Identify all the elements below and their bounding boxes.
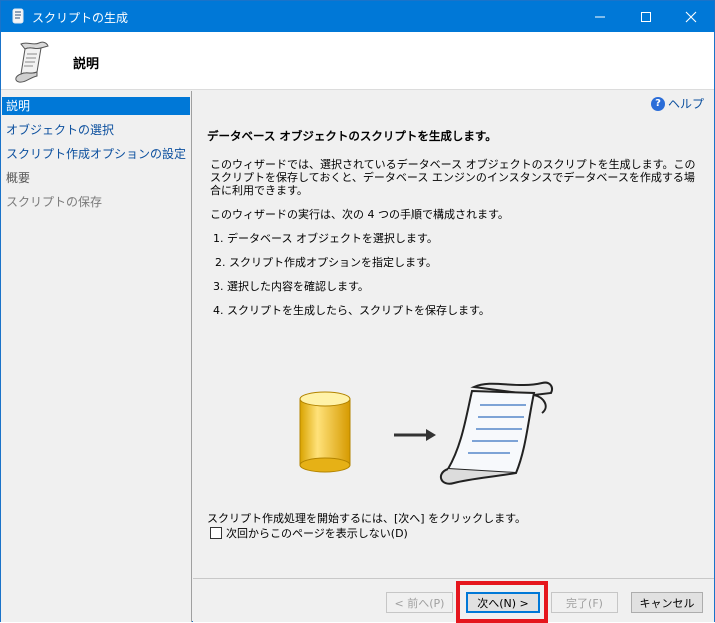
arrow-right-icon <box>394 429 436 441</box>
description-paragraph: このウィザードでは、選択されているデータベース オブジェクトのスクリプトを生成し… <box>210 158 696 197</box>
close-icon <box>685 11 697 22</box>
script-scroll-icon <box>439 381 553 485</box>
minimize-icon <box>595 16 605 17</box>
minimize-button[interactable] <box>577 1 623 32</box>
next-button-highlight <box>456 581 548 623</box>
dont-show-again-checkbox[interactable] <box>210 527 222 539</box>
step-item: 4. スクリプトを生成したら、スクリプトを保存します。 <box>213 304 490 317</box>
step-item: 3. 選択した内容を確認します。 <box>213 280 369 293</box>
finish-button[interactable]: 完了(F) <box>551 592 618 613</box>
nav-item-select-objects[interactable]: オブジェクトの選択 <box>2 121 190 139</box>
nav-item-description[interactable]: 説明 <box>2 97 190 115</box>
window-title: スクリプトの生成 <box>32 11 129 25</box>
content-title: データベース オブジェクトのスクリプトを生成します。 <box>207 129 497 143</box>
steps-intro: このウィザードの実行は、次の 4 つの手順で構成されます。 <box>210 208 509 221</box>
maximize-icon <box>641 11 651 22</box>
page-title: 説明 <box>73 57 100 72</box>
step-item: 1. データベース オブジェクトを選択します。 <box>213 232 438 245</box>
nav-item-save-script: スクリプトの保存 <box>6 195 103 209</box>
dont-show-again-option[interactable]: 次回からこのページを表示しない(D) <box>210 525 408 541</box>
help-label: ヘルプ <box>667 97 704 111</box>
nav-item-scripting-options[interactable]: スクリプト作成オプションの設定 <box>2 145 190 163</box>
database-icon <box>299 391 351 473</box>
wizard-header: 説明 <box>1 32 714 90</box>
dont-show-again-label: 次回からこのページを表示しない(D) <box>226 527 408 540</box>
step-item: 2. スクリプト作成オプションを指定します。 <box>215 256 437 269</box>
maximize-button[interactable] <box>623 1 669 32</box>
start-instruction: スクリプト作成処理を開始するには、[次へ] をクリックします。 <box>207 512 526 525</box>
title-bar[interactable]: スクリプトの生成 <box>1 1 714 32</box>
prev-button[interactable]: < 前へ(P) <box>386 592 453 613</box>
help-icon: ? <box>650 96 665 111</box>
wizard-step-nav: 説明 オブジェクトの選択 スクリプト作成オプションの設定 概要 スクリプトの保存 <box>1 91 192 622</box>
database-to-script-illustration <box>299 381 553 485</box>
wizard-content: ? ヘルプ データベース オブジェクトのスクリプトを生成します。 このウィザード… <box>193 91 714 623</box>
script-app-icon <box>12 8 24 24</box>
dialog-window: スクリプトの生成 説明 説明 オブジェクトの選択 スクリプト作成オプションの設定… <box>0 0 715 623</box>
button-separator <box>193 578 714 579</box>
cancel-button[interactable]: キャンセル <box>631 592 703 613</box>
close-button[interactable] <box>668 1 714 32</box>
script-scroll-icon <box>15 41 49 83</box>
nav-item-summary: 概要 <box>6 171 31 185</box>
help-link[interactable]: ? ヘルプ <box>650 95 704 112</box>
